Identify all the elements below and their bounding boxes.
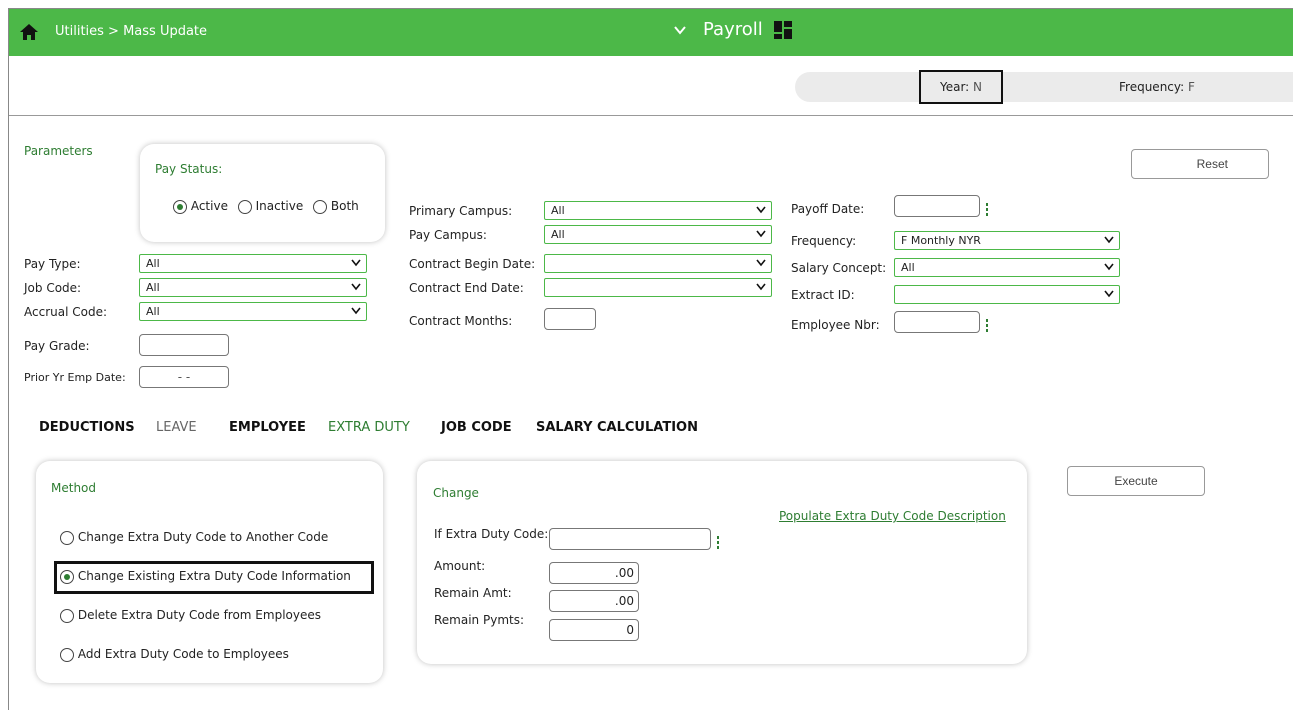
employee-nbr-label: Employee Nbr: (791, 318, 880, 332)
chevron-down-icon (351, 307, 361, 315)
tab-job-code[interactable]: JOB CODE (441, 420, 512, 435)
selection-highlight (54, 561, 374, 594)
chevron-down-icon (756, 259, 766, 267)
chevron-down-icon (1104, 236, 1114, 244)
contract-begin-label: Contract Begin Date: (409, 257, 536, 271)
remain-amt-input[interactable]: .00 (549, 590, 639, 612)
tab-deductions[interactable]: DEDUCTIONS (39, 420, 135, 435)
radio-button[interactable] (60, 530, 74, 545)
amount-input[interactable]: .00 (549, 562, 639, 584)
job-code-label: Job Code: (24, 281, 82, 295)
radio-inactive[interactable] (237, 199, 252, 214)
pay-campus-select[interactable]: All (544, 225, 772, 244)
radio-active[interactable] (173, 199, 187, 214)
module-title: Payroll (703, 19, 763, 40)
job-code-select[interactable]: All (139, 278, 367, 297)
tab-salary-calculation[interactable]: SALARY CALCULATION (536, 420, 698, 435)
frequency-select[interactable]: F Monthly NYR (894, 231, 1120, 250)
status-pill (795, 72, 1293, 102)
radio-both[interactable] (313, 199, 328, 214)
method-option-0[interactable]: Change Extra Duty Code to Another Code (60, 530, 328, 545)
if-code-input[interactable] (549, 528, 711, 550)
reset-button[interactable]: Reset (1131, 149, 1269, 179)
year-indicator: Year: N (919, 70, 1003, 104)
contract-months-label: Contract Months: (409, 314, 513, 328)
breadcrumb[interactable]: Utilities > Mass Update (55, 24, 207, 39)
employee-nbr-input[interactable] (894, 311, 980, 333)
amount-label: Amount: (434, 559, 486, 573)
prior-yr-label: Prior Yr Emp Date: (24, 371, 126, 384)
prior-yr-input[interactable]: - - (139, 366, 229, 388)
parameters-title: Parameters (24, 144, 93, 158)
chevron-down-icon (756, 230, 766, 238)
primary-campus-select[interactable]: All (544, 201, 772, 220)
pay-type-select[interactable]: All (139, 254, 367, 273)
chevron-down-icon (1104, 263, 1114, 271)
chevron-down-icon (674, 25, 686, 35)
contract-begin-select[interactable] (544, 254, 772, 273)
method-option-2[interactable]: Delete Extra Duty Code from Employees (60, 608, 321, 623)
tab-leave[interactable]: LEAVE (156, 420, 197, 435)
radio-button[interactable] (60, 647, 74, 662)
change-card: Change (417, 461, 1027, 664)
pay-status-radios: Active Inactive Both (173, 199, 359, 214)
salary-concept-select[interactable]: All (894, 258, 1120, 277)
radio-button[interactable] (60, 608, 74, 623)
grid-icon[interactable] (773, 20, 793, 40)
execute-button[interactable]: Execute (1067, 466, 1205, 496)
pay-campus-label: Pay Campus: (409, 228, 487, 242)
pay-status-card: Pay Status: Active Inactive Both (140, 144, 385, 242)
remain-pymts-label: Remain Pymts: (434, 613, 525, 627)
chevron-down-icon (1104, 290, 1114, 298)
module-selector[interactable]: Payroll (673, 19, 793, 40)
pay-grade-input[interactable] (139, 334, 229, 356)
tab-employee[interactable]: EMPLOYEE (229, 420, 306, 435)
pay-status-label: Pay Status: (155, 162, 223, 176)
more-icon[interactable] (985, 318, 989, 332)
accrual-code-select[interactable]: All (139, 302, 367, 321)
method-title: Method (51, 481, 97, 495)
remain-pymts-input[interactable]: 0 (549, 619, 639, 641)
change-title: Change (433, 486, 479, 500)
if-code-label: If Extra Duty Code: (434, 527, 549, 541)
primary-campus-label: Primary Campus: (409, 204, 513, 218)
payoff-date-label: Payoff Date: (791, 202, 865, 216)
status-bar: Year: N Frequency: F (9, 56, 1293, 116)
chevron-down-icon (756, 283, 766, 291)
accrual-code-label: Accrual Code: (24, 305, 107, 319)
top-bar: Utilities > Mass Update Payroll (9, 9, 1293, 56)
frequency-label: Frequency: (791, 234, 857, 248)
chevron-down-icon (756, 206, 766, 214)
populate-description-link[interactable]: Populate Extra Duty Code Description (779, 509, 1006, 523)
payoff-date-input[interactable] (894, 195, 980, 217)
more-icon[interactable] (716, 535, 720, 549)
pay-type-label: Pay Type: (24, 257, 81, 271)
remain-amt-label: Remain Amt: (434, 586, 512, 600)
home-icon[interactable] (19, 22, 39, 42)
frequency-indicator: Frequency: F (1119, 80, 1195, 94)
contract-end-select[interactable] (544, 278, 772, 297)
chevron-down-icon (351, 283, 361, 291)
pay-grade-label: Pay Grade: (24, 339, 90, 353)
extract-id-label: Extract ID: (791, 288, 855, 302)
more-icon[interactable] (985, 202, 989, 216)
method-option-3[interactable]: Add Extra Duty Code to Employees (60, 647, 289, 662)
extract-id-select[interactable] (894, 285, 1120, 304)
tab-extra-duty[interactable]: EXTRA DUTY (328, 420, 410, 435)
salary-concept-label: Salary Concept: (791, 261, 887, 275)
contract-months-input[interactable] (544, 308, 596, 330)
app-frame: Utilities > Mass Update Payroll Year: N … (8, 8, 1293, 710)
chevron-down-icon (351, 259, 361, 267)
contract-end-label: Contract End Date: (409, 281, 524, 295)
